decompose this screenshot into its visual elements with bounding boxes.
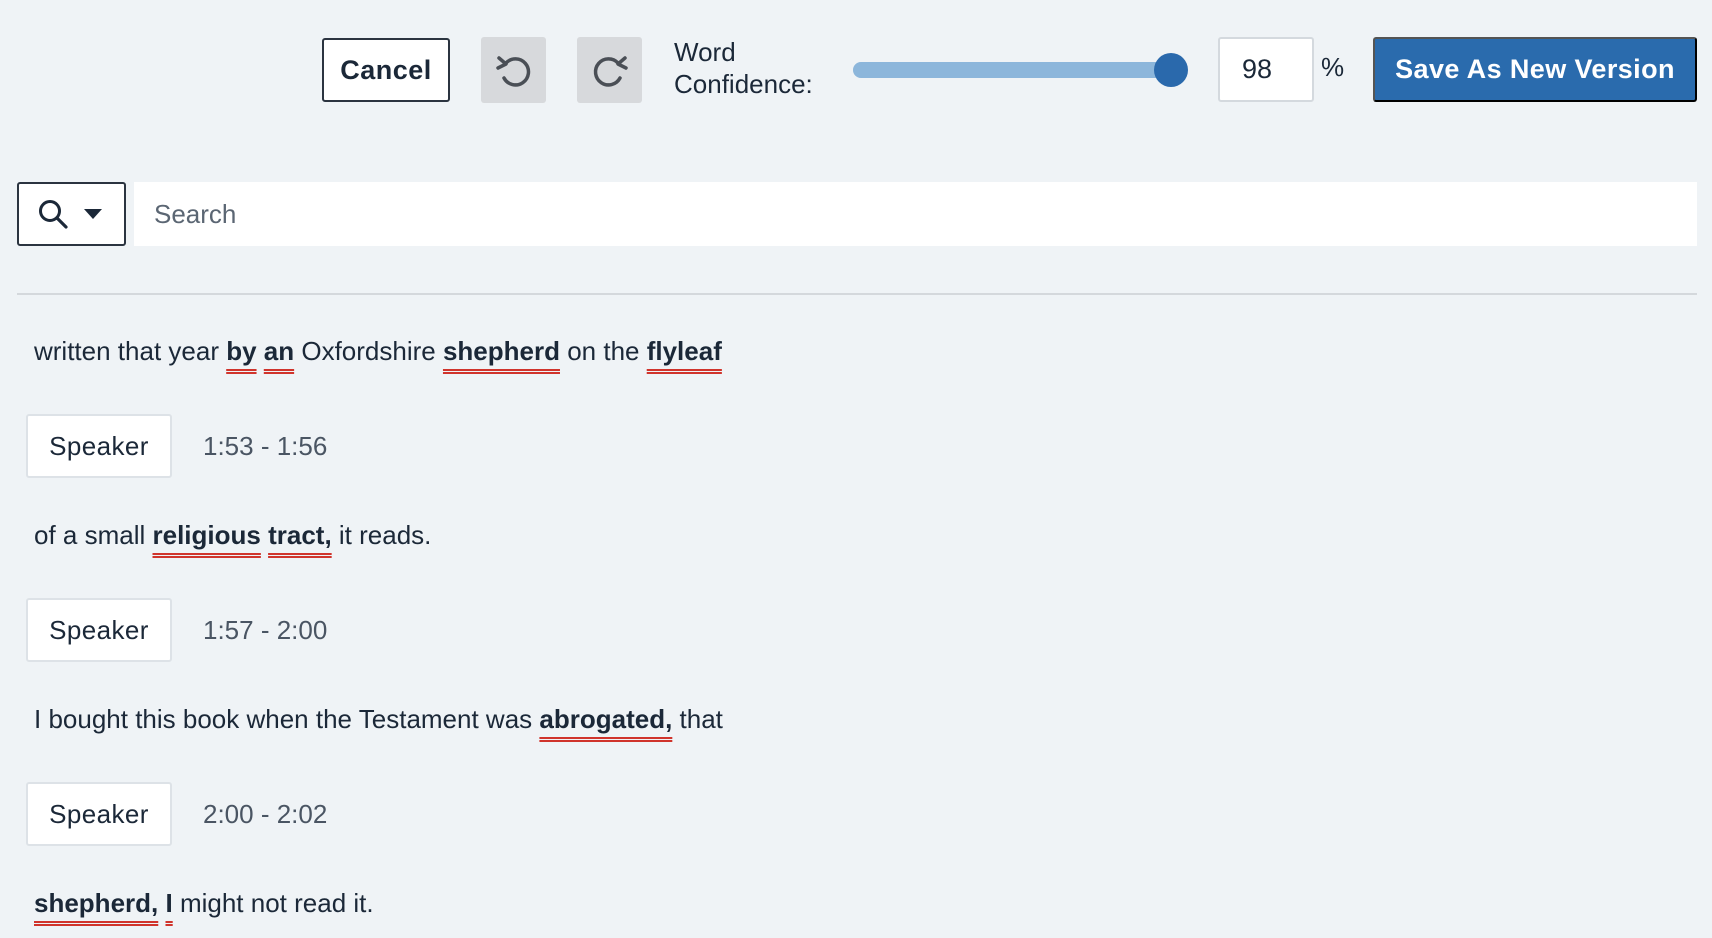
word-confidence-slider[interactable]	[853, 53, 1188, 87]
search-icon	[39, 200, 68, 229]
editor-toolbar: Cancel Word Confidence: % Save As New Ve…	[0, 0, 1712, 140]
undo-button[interactable]	[481, 37, 546, 103]
low-confidence-word[interactable]: flyleaf	[647, 336, 722, 366]
segment-timestamp: 2:00 - 2:02	[203, 798, 328, 829]
save-as-new-version-button[interactable]: Save As New Version	[1373, 37, 1697, 102]
word-confidence-label: Word Confidence:	[674, 37, 813, 99]
transcript-line: of a small religious tract, it reads.	[34, 520, 431, 551]
segment-timestamp: 1:53 - 1:56	[203, 430, 328, 461]
segment-timestamp: 1:57 - 2:00	[203, 614, 328, 645]
undo-icon	[495, 56, 530, 87]
percent-sign: %	[1321, 52, 1345, 82]
speaker-row: Speaker 1:57 - 2:00	[26, 598, 327, 662]
transcript-text: I bought this book when the Testament wa…	[34, 704, 540, 734]
speaker-button[interactable]: Speaker	[26, 598, 172, 662]
slider-fill	[853, 62, 1171, 78]
low-confidence-word[interactable]: abrogated,	[539, 704, 672, 734]
transcript-text: it reads.	[331, 520, 432, 550]
speaker-button[interactable]: Speaker	[26, 782, 172, 846]
cancel-button[interactable]: Cancel	[322, 38, 450, 102]
divider	[17, 293, 1697, 295]
transcript-text: on the	[559, 336, 647, 366]
transcript-text: written that year	[34, 336, 227, 366]
word-confidence-input[interactable]	[1218, 37, 1314, 102]
transcript-text: might not read it.	[172, 888, 374, 918]
low-confidence-word[interactable]: by	[226, 336, 256, 366]
transcript-text	[257, 336, 264, 366]
low-confidence-word[interactable]: I	[165, 888, 172, 918]
speaker-row: Speaker 2:00 - 2:02	[26, 782, 327, 846]
transcript-text	[261, 520, 268, 550]
low-confidence-word[interactable]: an	[264, 336, 294, 366]
transcript-text: Oxfordshire	[294, 336, 443, 366]
transcript-text: of a small	[34, 520, 153, 550]
caret-down-icon	[84, 209, 102, 219]
transcript-line: shepherd, I might not read it.	[34, 888, 374, 919]
speaker-button[interactable]: Speaker	[26, 414, 172, 478]
low-confidence-word[interactable]: tract,	[268, 520, 332, 550]
low-confidence-word[interactable]: shepherd	[443, 336, 560, 366]
slider-thumb[interactable]	[1154, 53, 1188, 87]
speaker-row: Speaker 1:53 - 1:56	[26, 414, 327, 478]
transcript-text: that	[672, 704, 723, 734]
transcript-line: written that year by an Oxfordshire shep…	[34, 336, 722, 367]
redo-icon	[593, 56, 628, 87]
search-filter-dropdown[interactable]	[17, 182, 126, 246]
transcript-line: I bought this book when the Testament wa…	[34, 704, 723, 735]
redo-button[interactable]	[577, 37, 642, 103]
low-confidence-word[interactable]: religious	[153, 520, 261, 550]
search-input[interactable]	[134, 182, 1697, 246]
low-confidence-word[interactable]: shepherd,	[34, 888, 158, 918]
